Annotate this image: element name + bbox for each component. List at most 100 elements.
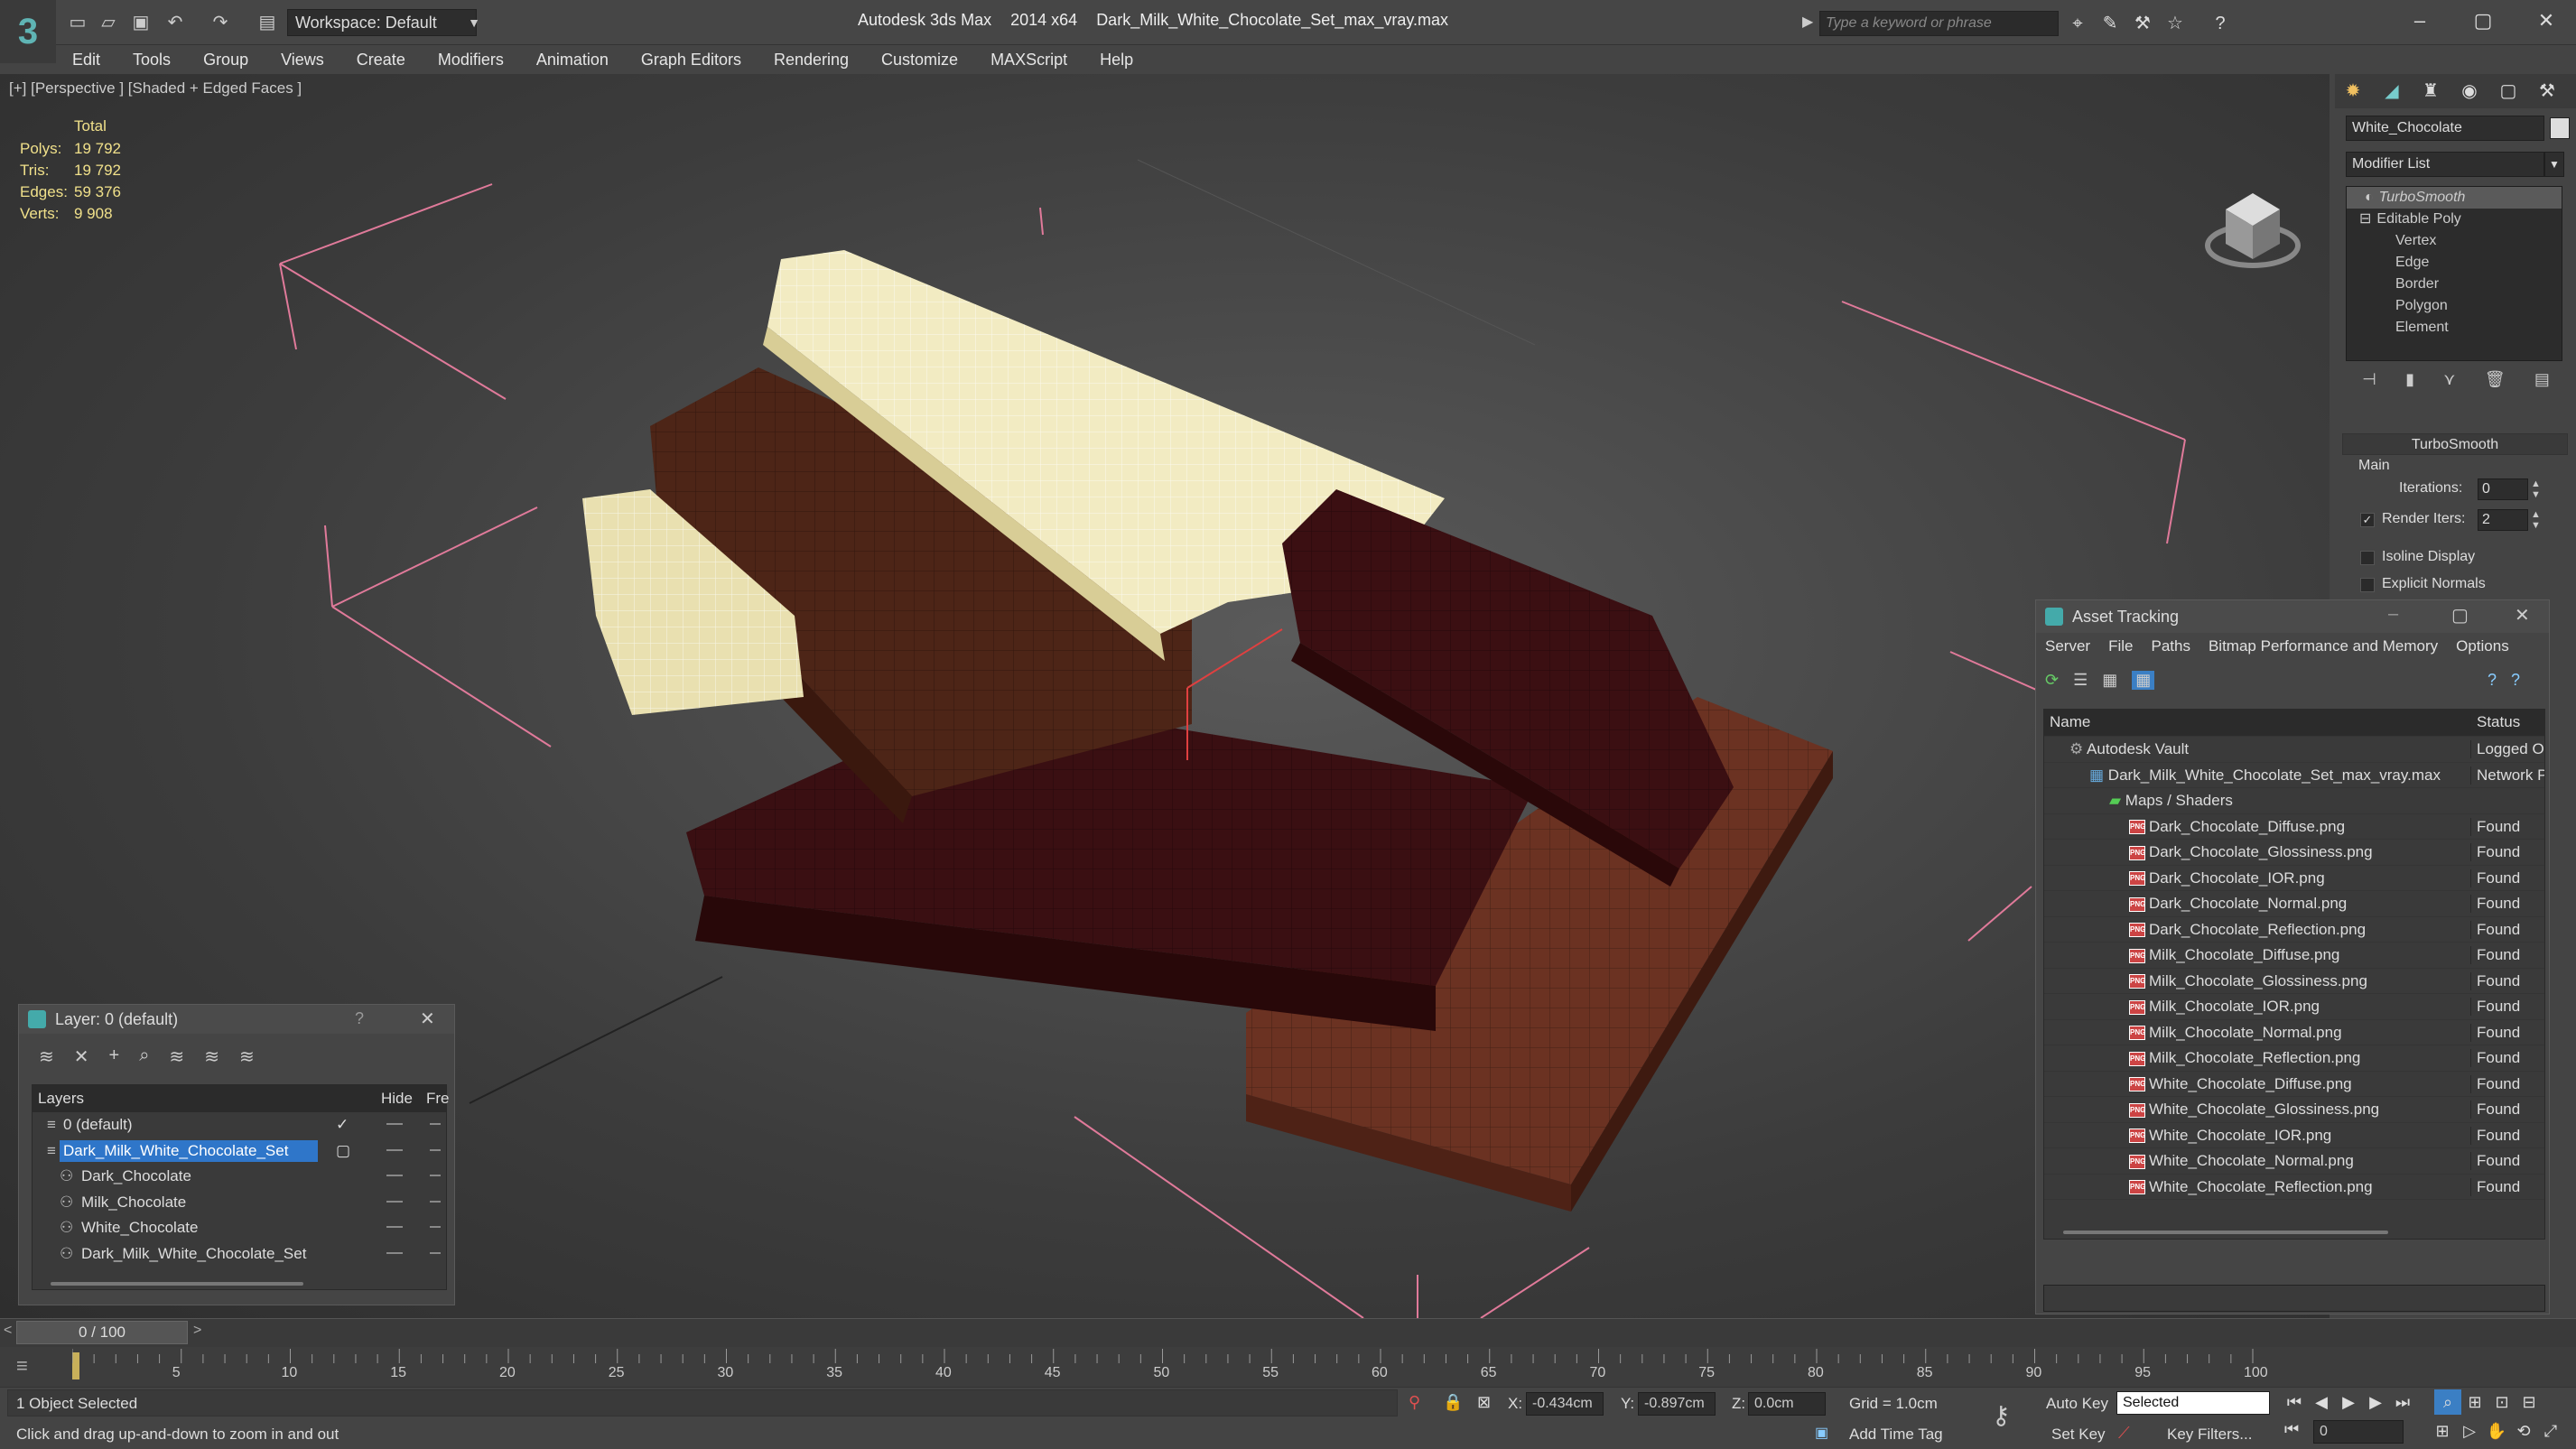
horizontal-scrollbar[interactable]: [2063, 1231, 2388, 1234]
hide-toggle[interactable]: [386, 1226, 403, 1228]
hide-all-layers-icon[interactable]: ≋: [204, 1045, 219, 1068]
asset-menu-paths[interactable]: Paths: [2142, 637, 2199, 655]
freeze-toggle[interactable]: [430, 1251, 441, 1254]
viewcube-icon[interactable]: [2205, 193, 2301, 268]
workspace-dropdown[interactable]: Workspace: Default: [287, 9, 477, 36]
set-key-mode-icon[interactable]: ⟋: [2118, 1424, 2130, 1443]
object-name-field[interactable]: White_Chocolate: [2346, 116, 2544, 141]
close-icon[interactable]: ✕: [2515, 604, 2530, 627]
next-frame-arrow-icon[interactable]: >: [193, 1323, 201, 1339]
asset-row[interactable]: PNG White_Chocolate_IOR.png Found: [2044, 1123, 2544, 1148]
close-icon[interactable]: ✕: [2524, 5, 2569, 36]
asset-row[interactable]: ▰ Maps / Shaders: [2044, 788, 2544, 814]
hide-toggle[interactable]: [386, 1200, 403, 1203]
add-to-layer-icon[interactable]: +: [109, 1045, 120, 1068]
layer-row[interactable]: ≡ Dark_Milk_White_Chocolate_Set ▢: [33, 1138, 446, 1165]
key-icon[interactable]: ⚷: [1992, 1400, 2011, 1430]
freeze-toggle[interactable]: [430, 1200, 441, 1203]
asset-row[interactable]: PNG Milk_Chocolate_Glossiness.png Found: [2044, 969, 2544, 994]
chevron-down-icon[interactable]: ▼: [2544, 152, 2564, 177]
isolate-selection-icon[interactable]: ⚲: [1409, 1393, 1420, 1412]
turbosmooth-rollout-header[interactable]: TurboSmooth: [2342, 433, 2568, 455]
list-view-icon[interactable]: ☰: [2073, 671, 2088, 690]
layer-row[interactable]: ⚇ Dark_Milk_White_Chocolate_Set: [33, 1241, 446, 1268]
chevron-down-icon[interactable]: ▼: [464, 9, 484, 36]
render-iters-spinner[interactable]: 2: [2478, 509, 2528, 531]
asset-row[interactable]: PNG White_Chocolate_Diffuse.png Found: [2044, 1072, 2544, 1097]
asset-row[interactable]: PNG Milk_Chocolate_Diffuse.png Found: [2044, 943, 2544, 969]
zoom-all-icon[interactable]: ⊞: [2461, 1389, 2488, 1415]
time-tag-icon[interactable]: ▣: [1815, 1424, 1828, 1442]
selection-set-dropdown[interactable]: Selected: [2116, 1391, 2270, 1415]
asset-menu-server[interactable]: Server: [2036, 637, 2099, 655]
hierarchy-tab-icon[interactable]: ♜: [2416, 78, 2445, 105]
search-input[interactable]: Type a keyword or phrase: [1819, 11, 2059, 36]
help-query-icon[interactable]: ?: [2511, 671, 2520, 690]
asset-row[interactable]: PNG Milk_Chocolate_IOR.png Found: [2044, 994, 2544, 1020]
explicit-normals-checkbox[interactable]: [2360, 578, 2375, 592]
asset-menu-bitmap-performance[interactable]: Bitmap Performance and Memory: [2199, 637, 2447, 655]
undo-icon[interactable]: ↶: [163, 11, 188, 34]
menu-edit[interactable]: Edit: [56, 51, 116, 70]
set-key-button[interactable]: Set Key: [2051, 1426, 2106, 1444]
layer-row[interactable]: ⚇ White_Chocolate: [33, 1215, 446, 1241]
add-time-tag-button[interactable]: Add Time Tag: [1849, 1426, 1943, 1444]
go-to-end-icon[interactable]: ⏭: [2389, 1389, 2416, 1415]
exchange-icon[interactable]: ⚒: [2129, 11, 2156, 36]
asset-menu-options[interactable]: Options: [2447, 637, 2518, 655]
redo-icon[interactable]: ↷: [208, 11, 233, 34]
show-end-result-icon[interactable]: ▮: [2405, 370, 2414, 397]
maximize-viewport-icon[interactable]: ⤢: [2537, 1418, 2564, 1444]
absolute-mode-icon[interactable]: ⊠: [1477, 1393, 1491, 1412]
menu-rendering[interactable]: Rendering: [758, 51, 865, 70]
hide-toggle[interactable]: [386, 1251, 403, 1254]
menu-maxscript[interactable]: MAXScript: [974, 51, 1083, 70]
viewport-label[interactable]: [+] [Perspective ] [Shaded + Edged Faces…: [9, 79, 302, 98]
asset-row[interactable]: PNG White_Chocolate_Reflection.png Found: [2044, 1175, 2544, 1200]
object-color-swatch[interactable]: [2550, 117, 2570, 139]
search-expand-icon[interactable]: ▶: [1802, 13, 1813, 31]
maximize-icon[interactable]: ▢: [2451, 604, 2469, 627]
isoline-display-checkbox[interactable]: [2360, 551, 2375, 565]
layer-row[interactable]: ⚇ Milk_Chocolate: [33, 1190, 446, 1216]
menu-customize[interactable]: Customize: [865, 51, 974, 70]
go-to-start-icon[interactable]: ⏮: [2281, 1389, 2308, 1415]
app-logo-icon[interactable]: 3: [0, 0, 56, 63]
asset-row[interactable]: ▦ Dark_Milk_White_Chocolate_Set_max_vray…: [2044, 763, 2544, 788]
freeze-all-layers-icon[interactable]: ≋: [239, 1045, 255, 1068]
asset-tracking-titlebar[interactable]: Asset Tracking – ▢ ✕: [2036, 600, 2549, 633]
field-of-view-icon[interactable]: ▷: [2456, 1418, 2483, 1444]
dark-chocolate-bar-bottom[interactable]: [686, 697, 1535, 1031]
z-coord-field[interactable]: 0.0cm: [1748, 1392, 1826, 1416]
layer-window-titlebar[interactable]: Layer: 0 (default) ? ✕: [19, 1005, 454, 1034]
zoom-extents-all-icon[interactable]: ⊟: [2516, 1389, 2543, 1415]
asset-row[interactable]: PNG Dark_Chocolate_Glossiness.png Found: [2044, 840, 2544, 866]
stack-item-editable-poly[interactable]: ⊟ Editable Poly: [2347, 209, 2562, 230]
grid-view-icon[interactable]: ▦: [2132, 671, 2155, 690]
save-icon[interactable]: ▣: [128, 11, 153, 34]
open-file-icon[interactable]: ▱: [96, 11, 121, 34]
stack-subitem-edge[interactable]: Edge: [2347, 252, 2562, 274]
orbit-icon[interactable]: ⟲: [2510, 1418, 2537, 1444]
menu-create[interactable]: Create: [340, 51, 422, 70]
collapse-icon[interactable]: ⊟: [2359, 211, 2371, 227]
stack-subitem-element[interactable]: Element: [2347, 317, 2562, 339]
close-icon[interactable]: ✕: [420, 1008, 435, 1030]
track-bar[interactable]: ≡ 5 10 15 20 25 30 35 40 45 50 55 60 65 70 75 80 85 90 95 1…: [0, 1347, 2576, 1387]
current-frame-field[interactable]: 0: [2313, 1420, 2404, 1444]
current-layer-checkbox[interactable]: ✓: [336, 1116, 349, 1134]
help-icon[interactable]: ?: [2488, 671, 2497, 690]
delete-layer-icon[interactable]: ✕: [74, 1045, 89, 1068]
modifier-list-dropdown[interactable]: Modifier List: [2346, 152, 2544, 177]
pan-icon[interactable]: ✋: [2483, 1418, 2510, 1444]
zoom-icon[interactable]: ⌕: [2434, 1389, 2461, 1415]
asset-path-field[interactable]: [2043, 1285, 2545, 1312]
pin-stack-icon[interactable]: ⊣: [2362, 370, 2376, 397]
y-coord-field[interactable]: -0.897cm: [1638, 1392, 1716, 1416]
next-frame-icon[interactable]: ▶: [2362, 1389, 2389, 1415]
asset-row[interactable]: PNG Dark_Chocolate_Reflection.png Found: [2044, 917, 2544, 943]
freeze-toggle[interactable]: [430, 1123, 441, 1125]
iterations-spinner[interactable]: 0: [2478, 478, 2528, 500]
help-icon[interactable]: ?: [2207, 11, 2234, 36]
menu-animation[interactable]: Animation: [520, 51, 625, 70]
